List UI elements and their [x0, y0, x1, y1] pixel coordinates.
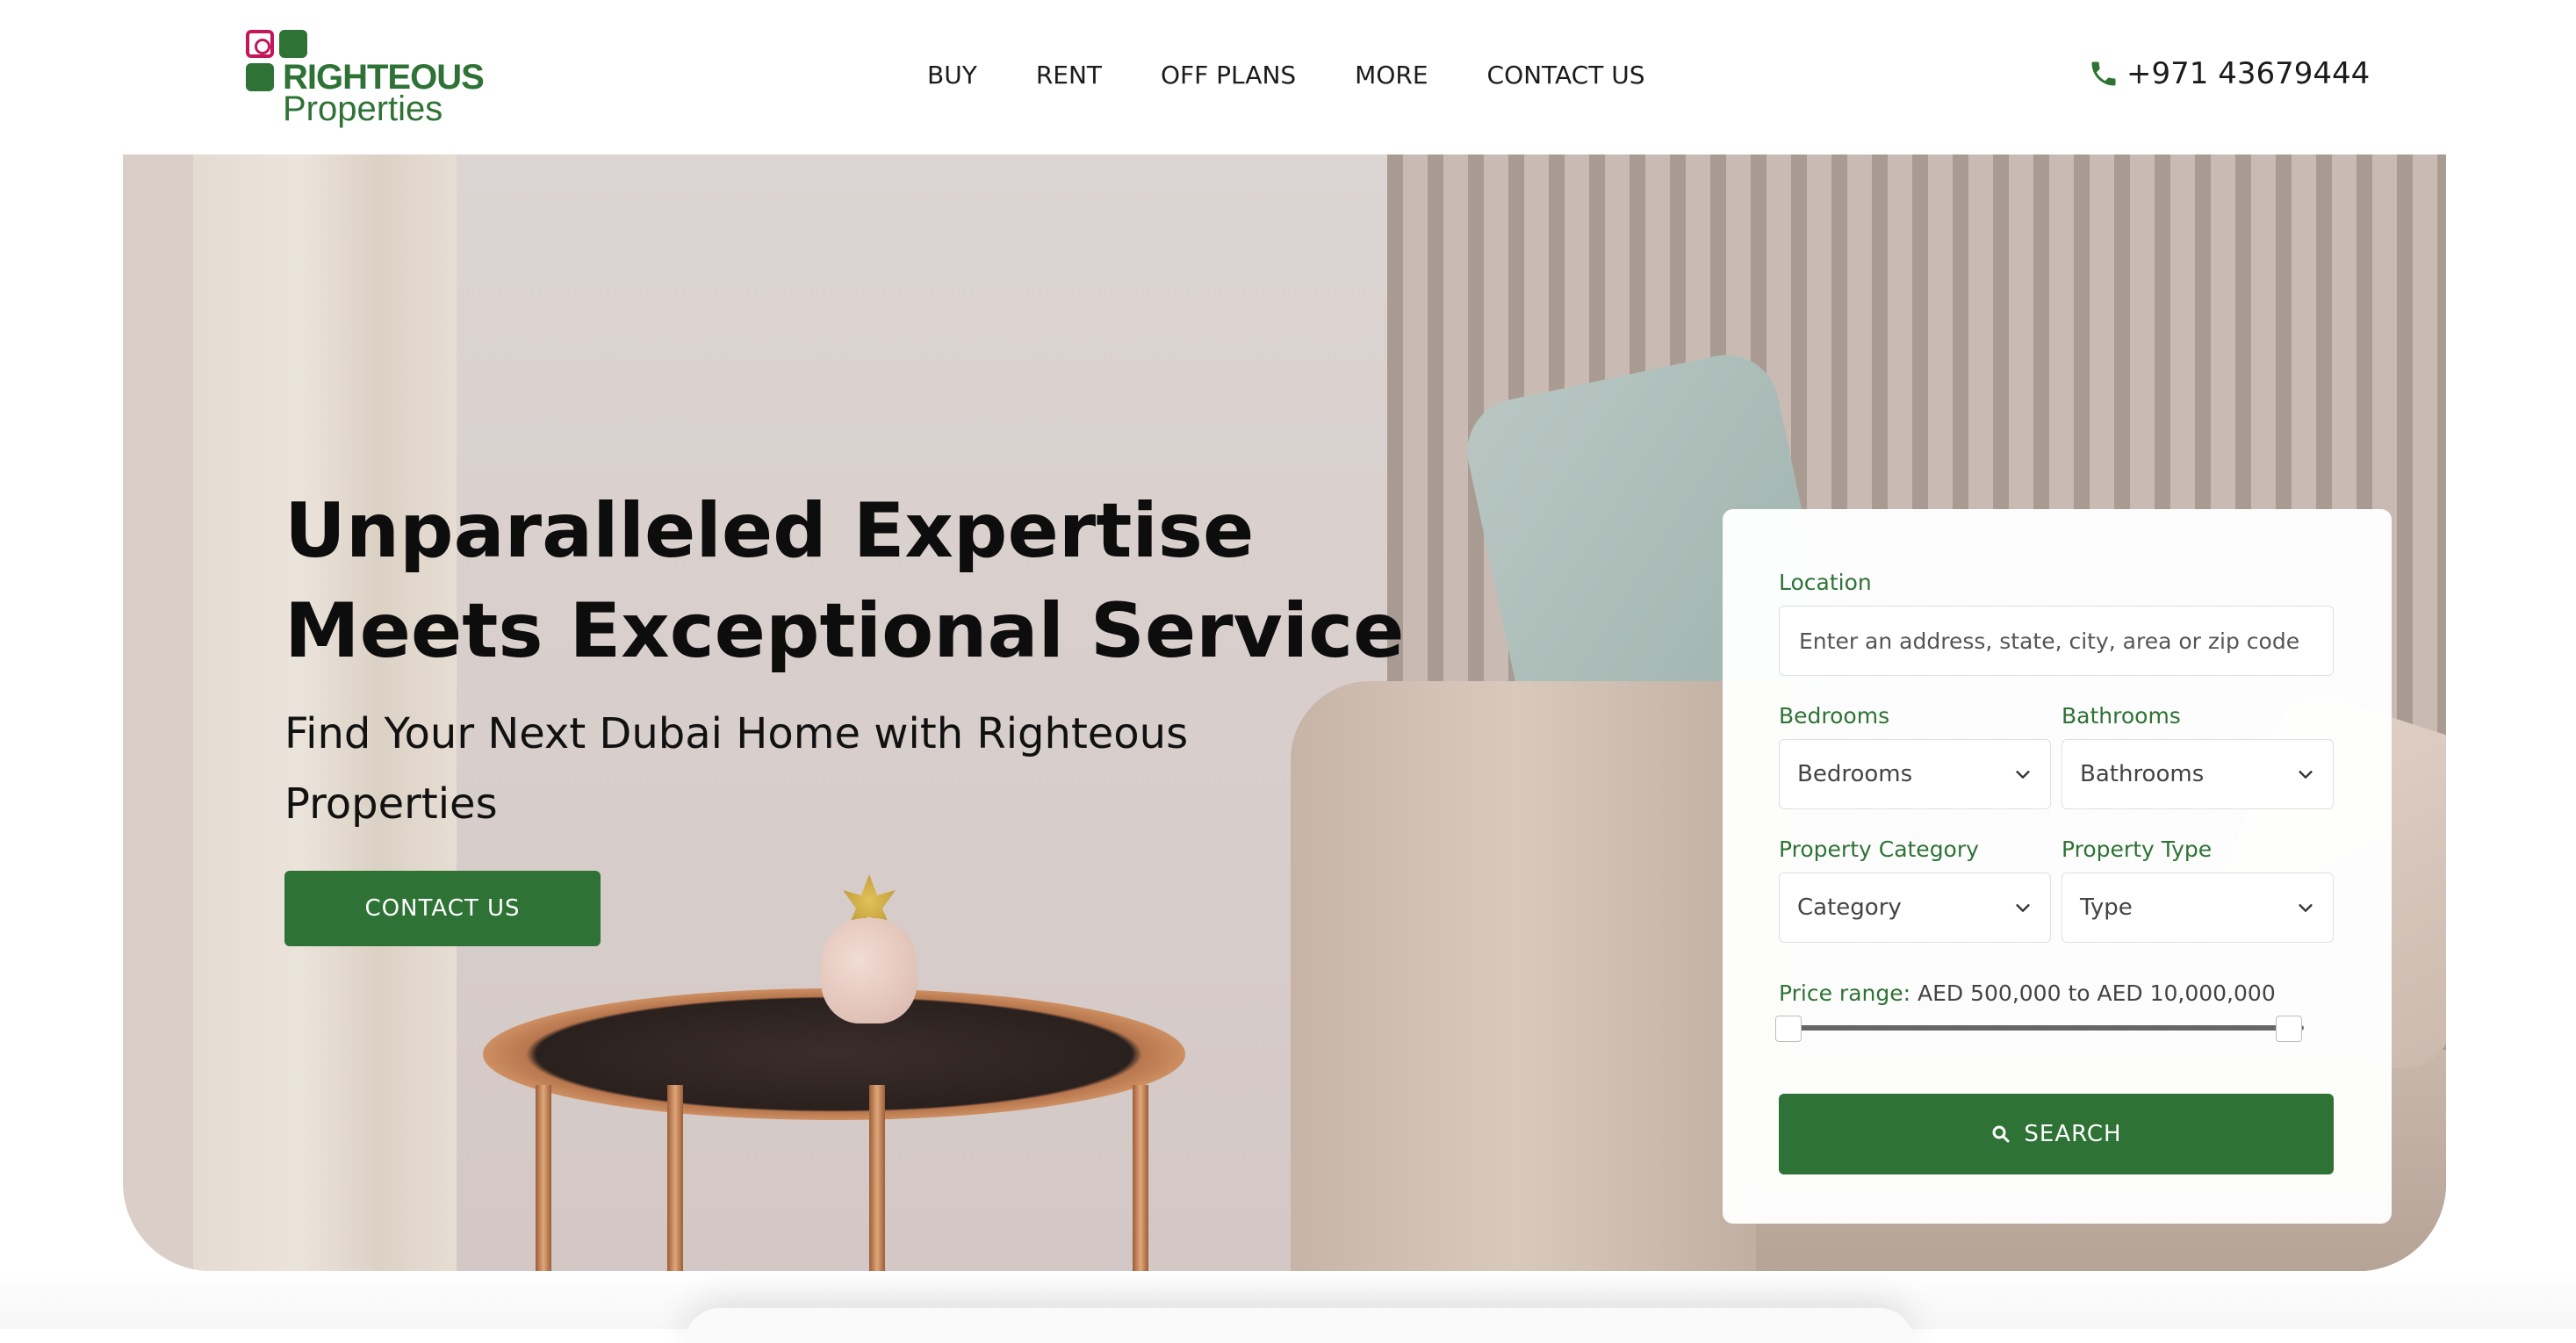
- property-category-select[interactable]: Category: [1779, 873, 2051, 943]
- bedrooms-select-value: Bedrooms: [1797, 761, 1913, 787]
- brand-logo[interactable]: RIGHTEOUS Properties: [244, 28, 485, 128]
- site-header: RIGHTEOUS Properties BUY RENT OFF PLANS …: [0, 0, 2576, 154]
- property-category-select-value: Category: [1797, 894, 1902, 921]
- bedrooms-label: Bedrooms: [1779, 703, 1890, 729]
- bedrooms-select[interactable]: Bedrooms: [1779, 739, 2051, 809]
- logo-square-icon: [279, 30, 307, 58]
- phone-number: +971 43679444: [2126, 56, 2371, 91]
- location-input[interactable]: [1779, 606, 2334, 676]
- nav-item-buy[interactable]: BUY: [927, 58, 977, 93]
- price-min-handle[interactable]: [1775, 1016, 1802, 1042]
- next-section-edge: [685, 1308, 1914, 1343]
- nav-item-contact-us[interactable]: CONTACT US: [1487, 58, 1645, 93]
- property-search-form: Location Bedrooms Bedrooms Bathrooms Bat…: [1723, 509, 2392, 1224]
- hero-title: Unparalleled Expertise Meets Exceptional…: [284, 487, 1405, 675]
- header-phone[interactable]: +971 43679444: [2088, 56, 2370, 91]
- chevron-down-icon: [2016, 771, 2030, 779]
- contact-us-button[interactable]: CONTACT US: [284, 871, 601, 946]
- price-range-key: Price range:: [1779, 980, 1911, 1006]
- main-nav: BUY RENT OFF PLANS MORE CONTACT US: [927, 58, 1644, 93]
- chevron-down-icon: [2016, 904, 2030, 912]
- search-icon: [1992, 1125, 2010, 1143]
- phone-icon: [2091, 61, 2116, 86]
- logo-text-bottom: Properties: [283, 90, 443, 128]
- bathrooms-select[interactable]: Bathrooms: [2062, 739, 2334, 809]
- price-range-value: AED 500,000 to AED 10,000,000: [1918, 980, 2276, 1006]
- logo-square-icon: [246, 63, 274, 91]
- property-category-label: Property Category: [1779, 837, 1979, 862]
- price-range-label: Price range: AED 500,000 to AED 10,000,0…: [1779, 980, 2276, 1008]
- nav-item-off-plans[interactable]: OFF PLANS: [1161, 58, 1296, 93]
- hero-subtitle: Find Your Next Dubai Home with Righteous…: [284, 709, 1189, 829]
- property-type-select[interactable]: Type: [2062, 873, 2334, 943]
- bathrooms-select-value: Bathrooms: [2080, 761, 2205, 787]
- property-type-select-value: Type: [2080, 894, 2133, 921]
- nav-item-rent[interactable]: RENT: [1036, 58, 1102, 93]
- chevron-down-icon: [2299, 771, 2313, 779]
- price-max-handle[interactable]: [2276, 1016, 2302, 1042]
- location-label: Location: [1779, 570, 1872, 595]
- property-type-label: Property Type: [2062, 837, 2213, 862]
- bathrooms-label: Bathrooms: [2062, 703, 2181, 729]
- search-button-label: SEARCH: [2024, 1121, 2122, 1147]
- price-range-track[interactable]: [1789, 1025, 2304, 1031]
- search-button[interactable]: SEARCH: [1779, 1094, 2334, 1174]
- chevron-down-icon: [2299, 904, 2313, 912]
- logo-pin-icon: [246, 30, 274, 58]
- nav-item-more[interactable]: MORE: [1355, 58, 1428, 93]
- hero-section: Unparalleled Expertise Meets Exceptional…: [123, 154, 2446, 1271]
